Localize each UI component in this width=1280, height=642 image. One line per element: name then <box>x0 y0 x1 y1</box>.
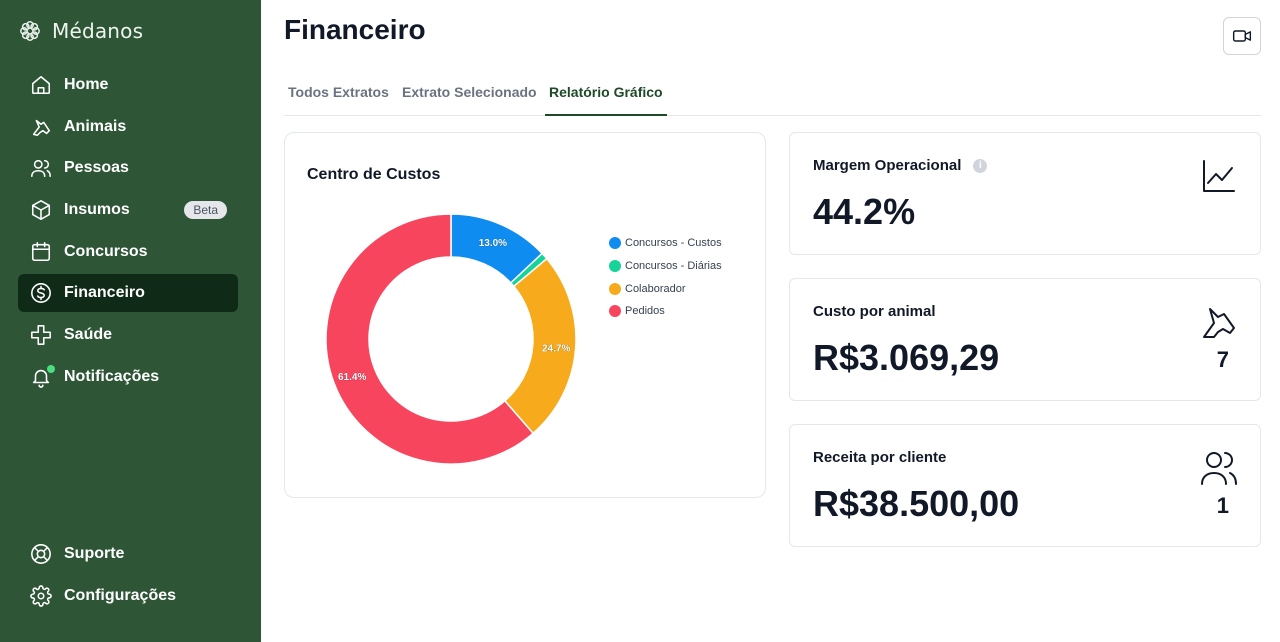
sidebar-item-animais[interactable]: Animais <box>18 108 238 146</box>
stat-label: Margem Operacional i <box>813 157 988 174</box>
sidebar-item-label: Animais <box>64 117 127 135</box>
stat-card-margem: Margem Operacional i 44.2% <box>789 132 1261 255</box>
sidebar-item-home[interactable]: Home <box>18 66 238 104</box>
sidebar-item-label: Saúde <box>64 326 113 344</box>
chart-card: Centro de Custos 13.0% 24.7% 61.4% Concurs… <box>284 132 766 498</box>
legend-swatch <box>609 305 621 318</box>
stat-count: 1 <box>1216 493 1229 518</box>
sidebar-item-label: Configurações <box>64 586 177 604</box>
page-title: Financeiro <box>284 14 426 45</box>
sidebar-item-label: Notificações <box>64 367 160 385</box>
sidebar-item-suporte[interactable]: Suporte <box>18 535 238 573</box>
stat-value: 44.2% <box>813 191 916 232</box>
dollar-icon <box>29 281 53 305</box>
notification-dot <box>47 364 55 373</box>
sidebar-item-insumos[interactable]: Insumos Beta <box>18 191 238 229</box>
brand[interactable]: Médanos <box>18 16 143 46</box>
sidebar-nav: Home Animais Pessoas Insumos Beta Concur… <box>18 66 238 400</box>
stat-value: R$3.069,29 <box>813 337 1000 378</box>
stat-label: Custo por animal <box>813 303 936 320</box>
sidebar-item-pessoas[interactable]: Pessoas <box>18 149 238 187</box>
trend-chart-icon <box>1200 157 1238 195</box>
horse-icon <box>1200 303 1238 341</box>
video-button[interactable] <box>1223 17 1261 55</box>
legend-item[interactable]: Concursos - Diárias <box>609 255 722 278</box>
lifebuoy-icon <box>29 542 53 566</box>
brand-name: Médanos <box>52 19 144 43</box>
legend-swatch <box>609 260 621 273</box>
legend-swatch <box>609 282 621 295</box>
sidebar-item-saude[interactable]: Saúde <box>18 316 238 354</box>
stat-label-text: Margem Operacional <box>813 157 962 174</box>
logo-icon <box>20 21 40 41</box>
tab-todos-extratos[interactable]: Todos Extratos <box>284 76 393 116</box>
sidebar-item-label: Financeiro <box>64 284 145 302</box>
legend-label: Concursos - Diárias <box>625 260 722 273</box>
users-icon <box>29 156 53 180</box>
sidebar-item-concursos[interactable]: Concursos <box>18 233 238 271</box>
sidebar-item-label: Suporte <box>64 545 125 562</box>
stat-label-text: Receita por cliente <box>813 449 947 466</box>
sidebar-item-financeiro[interactable]: Financeiro <box>18 274 238 313</box>
gear-icon <box>29 584 53 608</box>
home-icon <box>29 73 53 97</box>
stat-card-custo-animal: Custo por animal R$3.069,29 7 <box>789 278 1261 401</box>
sidebar-bottom-nav: Suporte Configurações <box>18 535 238 618</box>
tab-relatorio-grafico[interactable]: Relatório Gráfico <box>545 76 667 116</box>
stat-count: 7 <box>1216 347 1229 372</box>
slice-label: 24.7% <box>542 343 570 354</box>
legend-label: Concursos - Custos <box>625 237 722 250</box>
horse-icon <box>29 115 53 139</box>
slice-label: 61.4% <box>338 372 366 383</box>
stat-label: Receita por cliente <box>813 449 946 466</box>
sidebar-item-notificacoes[interactable]: Notificações <box>18 358 238 396</box>
tab-extrato-selecionado[interactable]: Extrato Selecionado <box>398 76 541 116</box>
sidebar-item-label: Pessoas <box>64 159 129 177</box>
sidebar-item-label: Insumos <box>64 201 130 219</box>
legend-swatch <box>609 237 621 250</box>
legend-item[interactable]: Pedidos <box>609 300 722 323</box>
legend-item[interactable]: Colaborador <box>609 277 722 300</box>
info-icon[interactable]: i <box>973 158 988 173</box>
stat-value: R$38.500,00 <box>813 483 1020 524</box>
beta-badge: Beta <box>184 201 227 220</box>
sidebar: Médanos Home Animais Pessoas Insumos Bet… <box>0 0 261 642</box>
box-icon <box>29 198 53 222</box>
video-camera-icon <box>1232 30 1252 42</box>
tab-bar: Todos Extratos Extrato Selecionado Relat… <box>284 76 1261 116</box>
legend-item[interactable]: Concursos - Custos <box>609 232 722 255</box>
stat-card-receita-cliente: Receita por cliente R$38.500,00 1 <box>789 424 1261 547</box>
health-cross-icon <box>29 323 53 347</box>
stat-label-text: Custo por animal <box>813 303 936 320</box>
legend-label: Colaborador <box>625 282 686 295</box>
calendar-icon <box>29 240 53 264</box>
users-icon <box>1200 449 1238 487</box>
sidebar-item-label: Home <box>64 76 109 93</box>
sidebar-item-label: Concursos <box>64 242 148 260</box>
legend-label: Pedidos <box>625 305 665 318</box>
sidebar-item-configuracoes[interactable]: Configurações <box>18 577 238 615</box>
chart-legend: Concursos - Custos Concursos - Diárias Col… <box>609 232 722 323</box>
slice-label: 13.0% <box>479 238 507 249</box>
